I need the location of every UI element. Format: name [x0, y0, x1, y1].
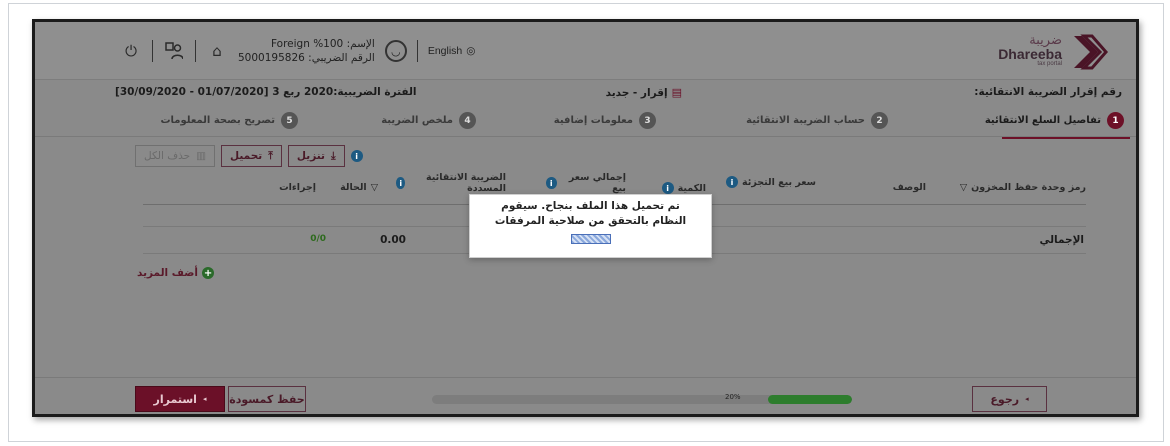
declaration-number-label: رقم إقرار الضريبة الانتقائية:: [974, 86, 1122, 98]
info-icon[interactable]: i: [546, 177, 557, 189]
app-overlay-dimmed: ضريبة Dhareeba tax portal ⏻ ⌂ الإسم: For…: [35, 22, 1136, 414]
step-additional-info[interactable]: 3 معلومات إضافية: [554, 112, 656, 129]
column-status-label: الحالة: [340, 182, 367, 193]
column-status[interactable]: ▽ الحالة: [340, 182, 378, 193]
filter-icon[interactable]: ▽: [960, 182, 967, 193]
tax-period: الفترة الضريبية:2020 ربع 3 [01/07/2020 -…: [115, 86, 417, 98]
column-retail-price[interactable]: سعر بيع التجزئة i: [726, 176, 816, 188]
top-bar: ضريبة Dhareeba tax portal ⏻ ⌂ الإسم: For…: [35, 22, 1136, 80]
total-status-value: 0/0: [310, 234, 326, 244]
dialog-message-line2: النظام بالتحقق من صلاحية المرفقات: [494, 215, 687, 227]
trash-icon: ▥: [196, 150, 207, 162]
logo-english: Dhareeba: [998, 46, 1062, 62]
add-more-link[interactable]: + أضف المزيد: [137, 267, 215, 279]
info-icon[interactable]: i: [396, 177, 406, 189]
dialog-message-line1: تم تحميل هذا الملف بنجاح. سيقوم: [501, 200, 680, 212]
arrow-right-icon: ◂: [1025, 395, 1029, 403]
declaration-info-bar: رقم إقرار الضريبة الانتقائية: ▤ إقرار - …: [35, 81, 1136, 105]
add-more-label: أضف المزيد: [137, 267, 199, 279]
step-label: ملخص الضريبة: [381, 115, 453, 126]
column-quantity-label: الكمية: [677, 182, 706, 194]
upload-success-dialog: تم تحميل هذا الملف بنجاح. سيقوم النظام ب…: [469, 194, 712, 258]
column-total-retail[interactable]: إجمالي سعر بيع i: [546, 172, 626, 194]
step-declaration[interactable]: 5 تصريح بصحة المعلومات: [160, 112, 298, 129]
total-excise-value: 0.00: [380, 234, 406, 246]
globe-icon: ◎: [466, 45, 476, 57]
divider: [416, 40, 418, 62]
power-icon[interactable]: ⏻: [120, 40, 142, 62]
wizard-steps: 1 تفاصيل السلع الانتقائية 2 حساب الضريبة…: [35, 107, 1136, 139]
user-info: الإسم: Foreign %100 الرقم الضريبي: 50001…: [238, 37, 375, 65]
progress-fill: [768, 395, 852, 404]
step-label: حساب الضريبة الانتقائية: [746, 115, 865, 126]
column-excise-paid-label: الضريبة الانتقائية المسددة: [426, 172, 506, 194]
back-button[interactable]: ◂ رجوع: [972, 386, 1047, 412]
column-excise-paid[interactable]: الضريبة الانتقائية المسددة i: [396, 172, 506, 194]
step-label: تفاصيل السلع الانتقائية: [984, 115, 1101, 126]
info-icon[interactable]: i: [350, 150, 363, 162]
total-label: الإجمالي: [1039, 234, 1084, 246]
save-draft-button[interactable]: حفظ كمسودة: [228, 386, 306, 412]
column-description-label: الوصف: [892, 182, 926, 193]
delete-all-label: حذف الكل: [144, 150, 191, 162]
info-icon[interactable]: i: [726, 176, 739, 188]
step-label: تصريح بصحة المعلومات: [160, 115, 275, 126]
upload-icon: ⤒: [268, 149, 273, 162]
step-number: 5: [281, 112, 298, 129]
save-draft-label: حفظ كمسودة: [229, 392, 305, 406]
declaration-type: ▤ إقرار - جديد: [606, 86, 682, 99]
column-retail-price-label: سعر بيع التجزئة: [742, 176, 816, 188]
delete-all-button[interactable]: ▥ حذف الكل: [135, 145, 216, 167]
step-label: معلومات إضافية: [553, 115, 633, 126]
filter-icon[interactable]: ▽: [371, 182, 378, 193]
declaration-type-label: إقرار - جديد: [605, 86, 668, 99]
language-label: English: [427, 45, 463, 57]
info-icon[interactable]: i: [661, 182, 674, 194]
grid-toolbar: i ⤓ تنزيل ⤒ تحميل ▥ حذف الكل: [135, 144, 363, 168]
column-actions-label: إجراءات: [279, 182, 316, 193]
download-icon: ⤓: [330, 149, 336, 162]
user-name: الإسم: Foreign %100: [271, 38, 375, 50]
step-tax-summary[interactable]: 4 ملخص الضريبة: [381, 112, 476, 129]
column-quantity[interactable]: الكمية i: [661, 182, 706, 194]
download-label: تنزيل: [296, 150, 325, 162]
language-switch[interactable]: English ◎: [428, 45, 476, 57]
footer-bar: استمرار ◂ حفظ كمسودة 20% ◂ رجوع: [35, 377, 1136, 414]
plus-icon: +: [202, 267, 215, 279]
column-description[interactable]: الوصف: [893, 182, 926, 193]
back-label: رجوع: [990, 392, 1020, 406]
divider: [152, 40, 153, 62]
step-number: 2: [871, 112, 888, 129]
upload-button[interactable]: ⤒ تحميل: [221, 145, 282, 167]
progress-text: 20%: [725, 393, 741, 401]
browser-screen: ضريبة Dhareeba tax portal ⏻ ⌂ الإسم: For…: [32, 19, 1139, 417]
step-goods-details[interactable]: 1 تفاصيل السلع الانتقائية: [984, 112, 1131, 139]
progress-bar: [432, 395, 852, 404]
logo-text: ضريبة Dhareeba tax portal: [998, 34, 1062, 67]
user-toolbar: ⏻ ⌂ الإسم: Foreign %100 الرقم الضريبي: 5…: [120, 34, 475, 68]
home-icon[interactable]: ⌂: [206, 40, 228, 62]
dhareeba-logo[interactable]: ضريبة Dhareeba tax portal: [958, 32, 1108, 72]
loading-spinner-icon: [570, 234, 611, 244]
continue-label: استمرار: [153, 392, 197, 406]
step-number: 4: [459, 112, 476, 129]
column-sku[interactable]: رمز وحدة حفظ المخزون ▽: [960, 182, 1086, 193]
dhareeba-logo-icon: [1074, 34, 1108, 70]
switch-account-icon[interactable]: [163, 40, 185, 62]
step-number: 3: [639, 112, 656, 129]
divider: [195, 40, 196, 62]
step-tax-calculation[interactable]: 2 حساب الضريبة الانتقائية: [746, 112, 888, 129]
column-actions: إجراءات: [279, 182, 316, 193]
continue-button[interactable]: استمرار ◂: [135, 386, 225, 412]
user-tax-number: الرقم الضريبي: 5000195826: [238, 52, 375, 64]
step-number: 1: [1107, 112, 1124, 129]
upload-label: تحميل: [230, 150, 263, 162]
download-button[interactable]: ⤓ تنزيل: [287, 145, 345, 167]
column-sku-label: رمز وحدة حفظ المخزون: [971, 182, 1086, 193]
arrow-left-icon: ◂: [202, 395, 207, 403]
document-icon: ▤: [671, 86, 682, 99]
avatar[interactable]: ◡: [384, 40, 407, 62]
column-total-retail-label: إجمالي سعر بيع: [568, 172, 626, 194]
